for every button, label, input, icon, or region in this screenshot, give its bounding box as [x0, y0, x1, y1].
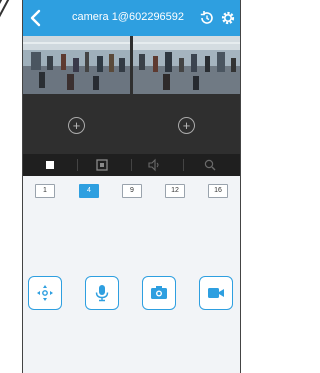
empty-channel-4[interactable]: + [133, 96, 240, 154]
split-selector: 1 4 9 12 16 [23, 176, 240, 206]
split-button-1[interactable]: 1 [35, 184, 55, 198]
zoom-icon[interactable] [203, 158, 217, 172]
talk-button[interactable] [85, 276, 119, 310]
split-button-12[interactable]: 12 [165, 184, 185, 198]
split-button-9[interactable]: 9 [122, 184, 142, 198]
ptz-direction-icon [37, 285, 53, 301]
header-bar: camera 1@602296592 [23, 0, 240, 36]
camera-icon [151, 286, 167, 299]
empty-channel-3[interactable]: + [23, 96, 130, 154]
microphone-icon [95, 285, 109, 302]
live-video-image [23, 36, 130, 94]
annotation-line-2 [0, 0, 10, 61]
quality-icon[interactable] [95, 158, 109, 172]
video-toolbar [23, 154, 240, 176]
record-button[interactable] [199, 276, 233, 310]
ptz-control-button[interactable] [28, 276, 62, 310]
video-camera-icon [208, 288, 224, 298]
video-feed-1[interactable] [23, 36, 130, 94]
split-button-16[interactable]: 16 [208, 184, 228, 198]
video-feed-2[interactable] [133, 36, 240, 94]
playback-icon[interactable] [199, 10, 215, 26]
snapshot-button[interactable] [142, 276, 176, 310]
camera-title: camera 1@602296592 [71, 11, 185, 23]
toolbar-divider [183, 159, 184, 171]
toolbar-divider [131, 159, 132, 171]
settings-gear-icon[interactable] [220, 10, 236, 26]
stop-icon[interactable] [43, 158, 57, 172]
toolbar-divider [77, 159, 78, 171]
add-camera-icon[interactable]: + [68, 117, 85, 134]
split-button-4[interactable]: 4 [79, 184, 99, 198]
video-grid: + + [23, 36, 240, 154]
back-arrow-icon[interactable] [27, 7, 45, 29]
add-camera-icon[interactable]: + [178, 117, 195, 134]
speaker-mute-icon[interactable] [147, 158, 161, 172]
live-video-image [133, 36, 240, 94]
phone-frame: camera 1@602296592 + + 1 4 9 12 16 [22, 0, 241, 373]
